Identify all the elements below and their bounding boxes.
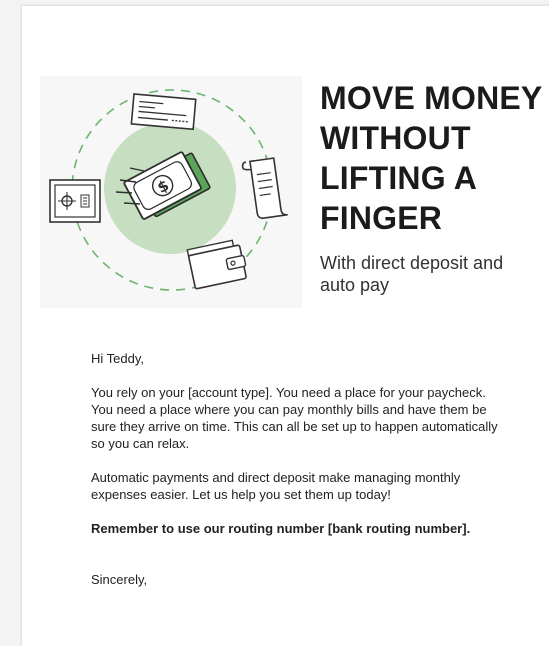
paragraph-account: You rely on your [account type]. You nee… <box>91 385 498 451</box>
letter-body: Hi Teddy, You rely on your [account type… <box>91 350 511 588</box>
closing: Sincerely, <box>91 572 148 587</box>
routing-number-note: Remember to use our routing number [bank… <box>91 521 471 536</box>
check-icon <box>130 93 197 131</box>
hero-headline: MOVE MONEY WITHOUT LIFTING A FINGER <box>320 80 542 236</box>
greeting: Hi Teddy, <box>91 351 144 366</box>
safe-icon <box>49 179 101 223</box>
hero-illustration: $ <box>40 76 302 308</box>
email-card: $ MOVE MONEY WITHOUT LIFTING A FINGER Wi… <box>22 6 549 646</box>
hero-subheadline: With direct deposit and auto pay <box>320 253 504 295</box>
paragraph-automatic-payments: Automatic payments and direct deposit ma… <box>91 470 461 502</box>
